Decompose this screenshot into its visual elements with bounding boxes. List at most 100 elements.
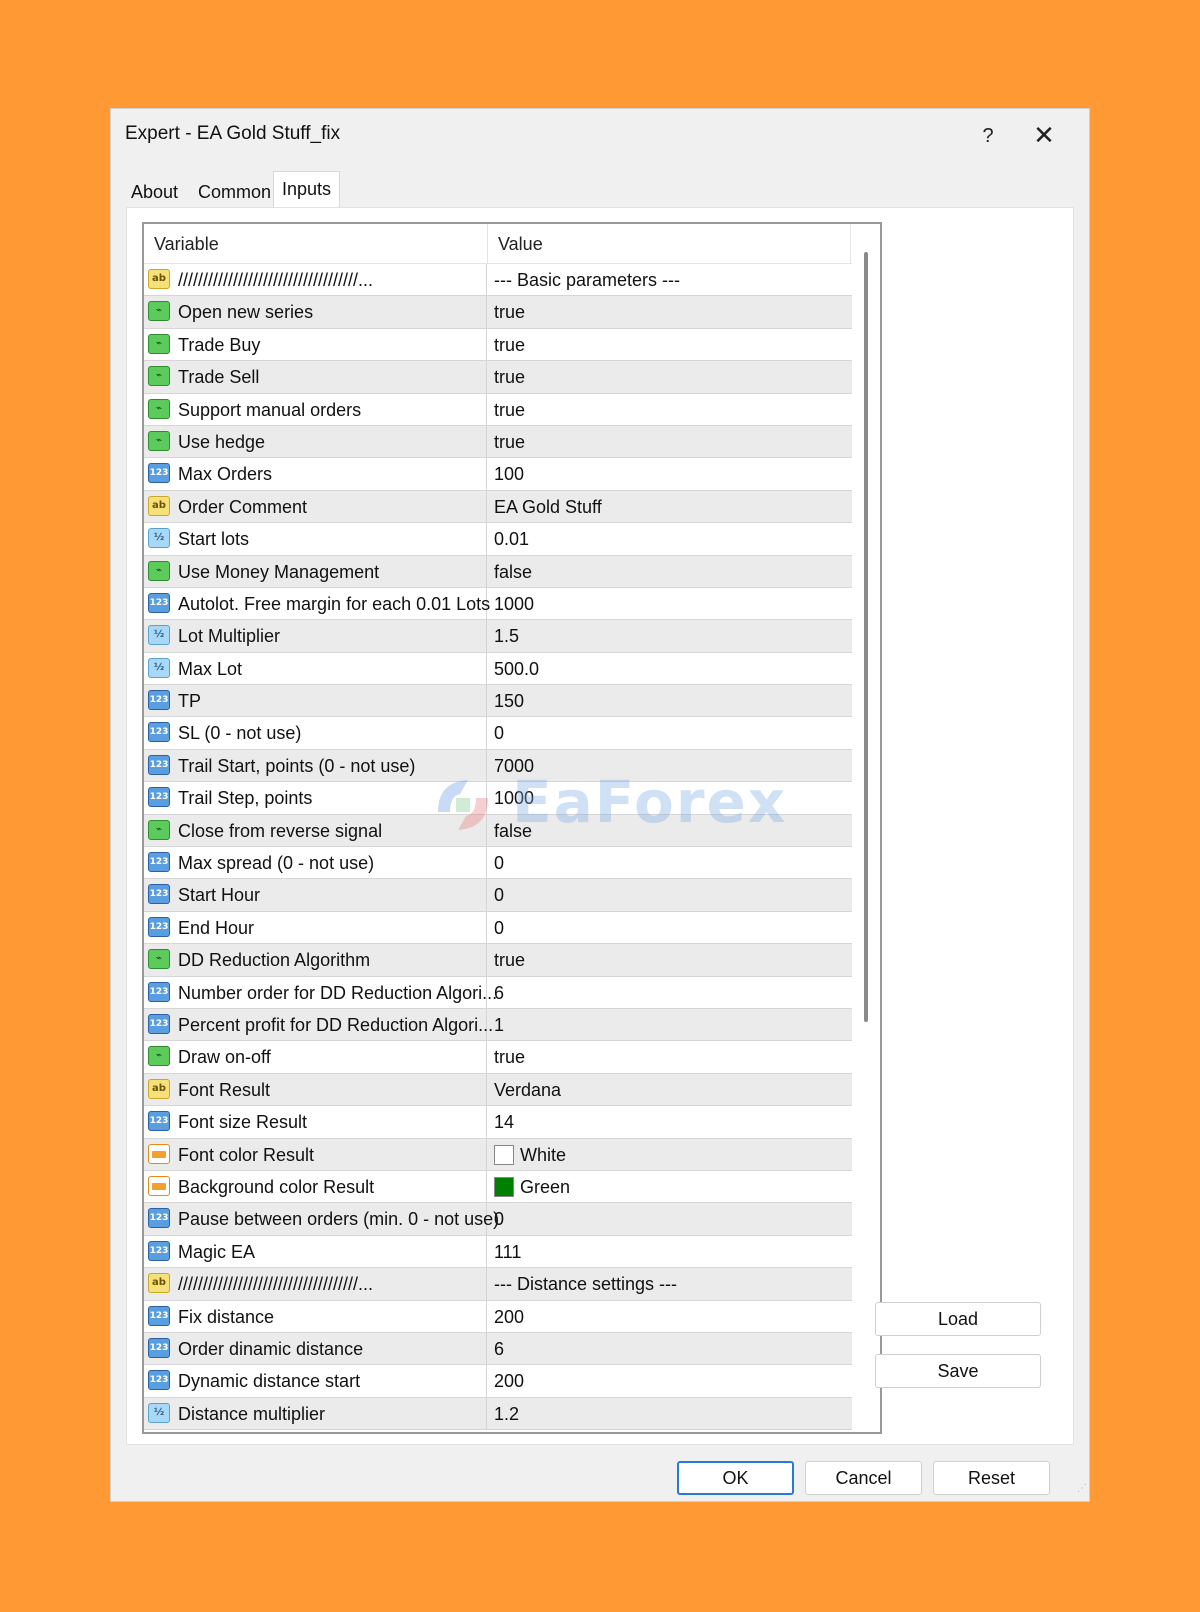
value-cell[interactable]: 0 — [488, 912, 852, 943]
variable-cell[interactable]: 123 Magic EA — [144, 1235, 487, 1268]
variable-value[interactable]: 111 — [494, 1236, 521, 1268]
variable-cell[interactable]: ⌁ Open new series — [144, 296, 487, 328]
value-cell[interactable]: EA Gold Stuff — [488, 491, 852, 522]
variable-value[interactable]: 1 — [494, 1009, 504, 1041]
value-cell[interactable]: 0 — [488, 717, 852, 748]
variable-value[interactable]: 6 — [494, 1333, 504, 1365]
value-cell[interactable]: false — [488, 815, 852, 846]
grid-row[interactable]: ⌁ Draw on-off true — [144, 1041, 852, 1074]
value-cell[interactable]: Verdana — [488, 1074, 852, 1105]
value-cell[interactable]: 6 — [488, 977, 852, 1008]
variable-value[interactable]: EA Gold Stuff — [494, 491, 602, 523]
value-cell[interactable]: 1.5 — [488, 620, 852, 651]
variable-value[interactable]: 0 — [494, 847, 504, 879]
grid-row[interactable]: 123 Trail Step, points 1000 — [144, 782, 852, 815]
save-button[interactable]: Save — [875, 1354, 1041, 1388]
variable-value[interactable]: true — [494, 361, 525, 393]
variable-cell[interactable]: ab ////////////////////////////////////..… — [144, 264, 487, 296]
variable-cell[interactable]: 123 Trail Step, points — [144, 782, 487, 814]
variable-value[interactable]: Green — [520, 1171, 570, 1203]
color-swatch[interactable] — [494, 1144, 514, 1165]
variable-cell[interactable]: 123 Order dinamic distance — [144, 1332, 487, 1365]
variable-cell[interactable]: 123 Autolot. Free margin for each 0.01 Lo… — [144, 587, 490, 620]
variable-value[interactable]: --- Distance settings --- — [494, 1268, 677, 1300]
value-cell[interactable]: 1000 — [488, 588, 852, 619]
value-cell[interactable]: true — [488, 361, 852, 392]
vertical-scrollbar[interactable] — [852, 224, 880, 1432]
grid-row[interactable]: ⌁ Trade Buy true — [144, 328, 852, 362]
variable-cell[interactable]: 123 Percent profit for DD Reduction Algor… — [144, 1008, 493, 1041]
value-cell[interactable]: 150 — [488, 685, 852, 716]
grid-row[interactable]: ⌁ Trade Sell true — [144, 361, 852, 394]
value-cell[interactable]: 100 — [488, 458, 852, 489]
grid-row[interactable]: 123 Max Orders 100 — [144, 458, 852, 491]
variable-value[interactable]: 1000 — [494, 588, 534, 620]
column-header-variable[interactable]: Variable — [154, 224, 219, 262]
load-button[interactable]: Load — [875, 1302, 1041, 1336]
value-cell[interactable]: 14 — [488, 1106, 852, 1137]
grid-row[interactable]: 123 Start Hour 0 — [144, 879, 852, 912]
value-cell[interactable]: 1 — [488, 1009, 852, 1040]
variable-value[interactable]: true — [494, 944, 525, 976]
variable-value[interactable]: White — [520, 1139, 566, 1171]
variable-value[interactable]: 500.0 — [494, 653, 539, 685]
resize-grip-icon[interactable]: ⋰ — [1073, 1484, 1087, 1499]
variable-value[interactable]: 7000 — [494, 750, 534, 782]
variable-value[interactable]: 6 — [494, 977, 504, 1009]
value-cell[interactable]: 7000 — [488, 750, 852, 781]
variable-value[interactable]: 100 — [494, 458, 524, 490]
variable-cell[interactable]: ½ Lot Multiplier — [144, 620, 487, 652]
variable-value[interactable]: 1000 — [494, 782, 534, 814]
variable-value[interactable]: 200 — [494, 1365, 524, 1397]
grid-row[interactable]: 123 Pause between orders (min. 0 - not us… — [144, 1203, 852, 1236]
variable-value[interactable]: false — [494, 556, 532, 588]
grid-row[interactable]: 123 Trail Start, points (0 - not use) 7000 — [144, 749, 852, 783]
variable-cell[interactable]: 123 TP — [144, 685, 487, 717]
grid-row[interactable]: ⌁ Use Money Management false — [144, 555, 852, 588]
grid-row[interactable]: 123 End Hour 0 — [144, 911, 852, 945]
value-cell[interactable]: 1.2 — [488, 1398, 852, 1429]
variable-value[interactable]: 0 — [494, 912, 504, 944]
variable-value[interactable]: 0 — [494, 1203, 504, 1235]
variable-cell[interactable]: 123 End Hour — [144, 911, 487, 944]
value-cell[interactable]: 0 — [488, 1203, 852, 1234]
grid-row[interactable]: ⌁ Support manual orders true — [144, 393, 852, 426]
tab-inputs[interactable]: Inputs — [273, 171, 341, 208]
value-cell[interactable]: true — [488, 296, 852, 327]
value-cell[interactable]: 6 — [488, 1333, 852, 1364]
grid-row[interactable]: ⌁ Use hedge true — [144, 425, 852, 459]
grid-row[interactable]: ⌁ Open new series true — [144, 296, 852, 329]
value-cell[interactable]: 500.0 — [488, 653, 852, 684]
variable-cell[interactable]: ⌁ Close from reverse signal — [144, 814, 487, 847]
grid-row[interactable]: ⌁ Close from reverse signal false — [144, 814, 852, 848]
value-cell[interactable]: 200 — [488, 1301, 852, 1332]
variable-cell[interactable]: ab Order Comment — [144, 490, 487, 523]
value-cell[interactable]: Green — [488, 1171, 852, 1202]
value-cell[interactable]: 0 — [488, 847, 852, 878]
variable-value[interactable]: true — [494, 394, 525, 426]
value-cell[interactable]: --- Distance settings --- — [488, 1268, 852, 1299]
grid-row[interactable]: ab Font Result Verdana — [144, 1073, 852, 1107]
color-swatch[interactable] — [494, 1176, 514, 1197]
variable-cell[interactable]: 123 Fix distance — [144, 1300, 487, 1332]
tab-about[interactable]: About — [123, 177, 186, 207]
cancel-button[interactable]: Cancel — [805, 1461, 922, 1495]
grid-row[interactable]: 123 Autolot. Free margin for each 0.01 Lo… — [144, 587, 852, 621]
variable-cell[interactable]: ab ////////////////////////////////////..… — [144, 1268, 487, 1300]
grid-row[interactable]: Font color Result White — [144, 1138, 852, 1171]
value-cell[interactable]: 111 — [488, 1236, 852, 1267]
variable-cell[interactable]: 123 Max spread (0 - not use) — [144, 847, 487, 879]
variable-value[interactable]: 1.5 — [494, 620, 519, 652]
variable-value[interactable]: --- Basic parameters --- — [494, 264, 680, 296]
grid-row[interactable]: ½ Start lots 0.01 — [144, 523, 852, 556]
value-cell[interactable]: 0.01 — [488, 523, 852, 554]
value-cell[interactable]: true — [488, 394, 852, 425]
grid-row[interactable]: ½ Max Lot 500.0 — [144, 652, 852, 686]
value-cell[interactable]: 1000 — [488, 782, 852, 813]
variable-value[interactable]: 0 — [494, 717, 504, 749]
variable-cell[interactable]: 123 SL (0 - not use) — [144, 717, 487, 749]
ok-button[interactable]: OK — [677, 1461, 794, 1495]
variable-cell[interactable]: 123 Pause between orders (min. 0 - not us… — [144, 1203, 499, 1235]
grid-row[interactable]: ab ////////////////////////////////////..… — [144, 1268, 852, 1301]
variable-cell[interactable]: Background color Result — [144, 1170, 487, 1203]
